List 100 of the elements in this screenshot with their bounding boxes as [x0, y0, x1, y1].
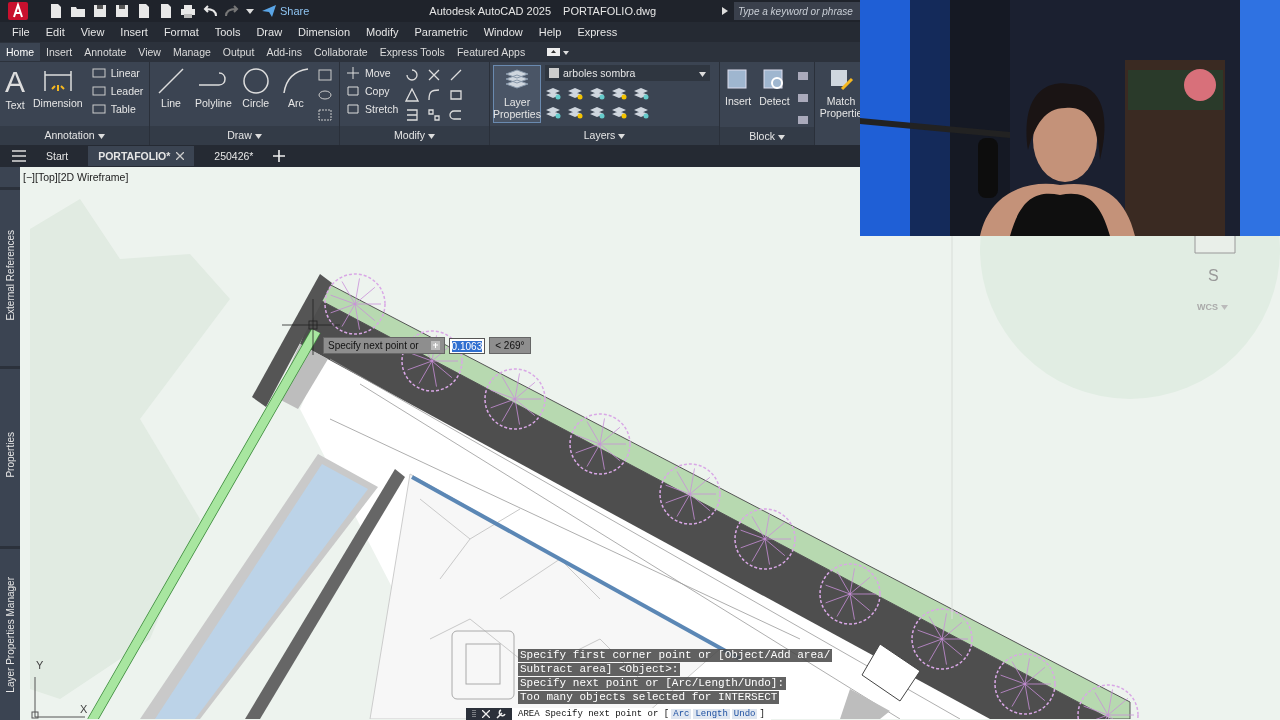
menu-item[interactable]: Modify — [358, 26, 407, 38]
command-option[interactable]: Arc — [671, 709, 692, 719]
panel-title[interactable]: Annotation — [0, 126, 149, 145]
match-properties-tool[interactable]: Match Propertie — [818, 65, 864, 121]
ellipse-icon[interactable] — [317, 89, 332, 101]
angle-input[interactable]: < 269° — [489, 337, 531, 354]
layer-properties-tool[interactable]: Layer Properties — [493, 65, 541, 123]
menu-item[interactable]: File — [4, 26, 38, 38]
menu-item[interactable]: Insert — [112, 26, 156, 38]
close-icon[interactable] — [176, 152, 185, 160]
tool-icon[interactable] — [795, 69, 810, 83]
caret-icon[interactable] — [618, 134, 626, 139]
ribbon-tab[interactable]: Featured Apps — [450, 43, 532, 61]
tool-icon[interactable] — [449, 88, 464, 102]
caret-icon[interactable] — [777, 135, 785, 140]
layer-tool-icon[interactable] — [589, 105, 605, 119]
new-file-icon[interactable] — [48, 3, 64, 19]
menu-item[interactable]: Draw — [248, 26, 291, 38]
caret-icon[interactable] — [699, 72, 706, 77]
modify-tool[interactable]: Stretch — [343, 101, 402, 117]
layer-tool-icon[interactable] — [611, 105, 627, 119]
panel-title[interactable]: Draw — [150, 126, 339, 145]
panel-title[interactable]: Layers — [490, 126, 719, 145]
share-button[interactable]: Share — [260, 5, 312, 17]
file-tab[interactable]: 250426* — [204, 146, 264, 166]
text-tool[interactable]: A Text — [3, 65, 27, 113]
dimension-tool[interactable]: Dimension — [31, 65, 85, 111]
modify-tool[interactable]: Copy — [343, 83, 402, 99]
tool-icon[interactable] — [405, 88, 420, 102]
caret-icon[interactable] — [427, 134, 435, 139]
ribbon-tab[interactable]: View — [132, 43, 167, 61]
menu-item[interactable]: Dimension — [290, 26, 359, 38]
file-tab[interactable]: Start — [36, 146, 79, 166]
ribbon-tab[interactable]: Manage — [166, 43, 217, 61]
layer-tool-icon[interactable] — [611, 86, 627, 100]
expand-icon[interactable] — [722, 7, 728, 15]
tool-icon[interactable] — [405, 108, 420, 122]
hatch-icon[interactable] — [317, 109, 332, 121]
block-tool[interactable]: Insert — [723, 65, 754, 109]
command-option[interactable]: Undo — [731, 709, 758, 719]
ribbon-tool[interactable]: Table — [88, 101, 147, 117]
menu-item[interactable]: Tools — [206, 26, 249, 38]
upload-icon[interactable] — [158, 3, 174, 19]
ribbon-tab[interactable]: Add-ins — [260, 43, 308, 61]
tool-icon[interactable] — [449, 68, 464, 82]
draw-tool[interactable]: Arc — [277, 65, 314, 111]
layer-tool-icon[interactable] — [633, 86, 649, 100]
tool-icon[interactable] — [449, 108, 464, 122]
undo-icon[interactable] — [202, 4, 218, 18]
add-tab-icon[interactable] — [273, 150, 286, 162]
redo-icon[interactable] — [224, 4, 240, 18]
search-field[interactable]: Type a keyword or phrase — [734, 2, 860, 20]
draw-tool[interactable]: Circle — [237, 65, 274, 111]
ribbon-tab[interactable]: Collaborate — [308, 43, 374, 61]
panel-toggle-icon[interactable] — [547, 47, 570, 57]
menu-item[interactable]: Help — [530, 26, 570, 38]
grip-icon[interactable] — [472, 709, 476, 719]
ribbon-tab[interactable]: Annotate — [78, 43, 133, 61]
layer-tool-icon[interactable] — [589, 86, 605, 100]
menu-item[interactable]: Express — [569, 26, 626, 38]
block-tool[interactable]: Detect — [757, 65, 792, 109]
panel-title[interactable]: Modify — [340, 126, 489, 145]
save-icon[interactable] — [92, 3, 108, 19]
caret-icon[interactable] — [97, 134, 105, 139]
layer-dropdown[interactable]: arboles sombra — [545, 65, 710, 81]
rectangle-icon[interactable] — [317, 69, 332, 81]
tool-icon[interactable] — [427, 68, 442, 82]
layer-tool-icon[interactable] — [567, 86, 583, 100]
menu-item[interactable]: Window — [475, 26, 531, 38]
ribbon-tab[interactable]: Express Tools — [373, 43, 451, 61]
tool-icon[interactable] — [795, 91, 810, 105]
ribbon-tool[interactable]: Linear — [88, 65, 147, 81]
command-option[interactable]: Length — [693, 709, 730, 719]
file-tab[interactable]: PORTAFOLIO* — [88, 146, 195, 166]
caret-icon[interactable] — [254, 134, 262, 139]
ribbon-tab[interactable]: Home — [0, 43, 40, 61]
tool-icon[interactable] — [427, 108, 442, 122]
wrench-icon[interactable] — [496, 709, 506, 719]
draw-tool[interactable]: Polyline — [193, 65, 234, 111]
tool-icon[interactable] — [795, 113, 810, 127]
menu-item[interactable]: View — [72, 26, 113, 38]
viewcube-face[interactable] — [1194, 235, 1236, 254]
ribbon-tab[interactable]: Insert — [40, 43, 79, 61]
layer-tool-icon[interactable] — [545, 105, 561, 119]
tool-icon[interactable] — [405, 68, 420, 82]
layer-tool-icon[interactable] — [633, 105, 649, 119]
export-icon[interactable] — [136, 3, 152, 19]
app-logo[interactable] — [8, 2, 28, 20]
tool-icon[interactable] — [427, 88, 442, 102]
caret-icon[interactable] — [246, 7, 254, 15]
save-as-icon[interactable] — [114, 3, 130, 19]
viewport-controls[interactable]: [−][Top][2D Wireframe] — [23, 171, 129, 183]
layer-tool-icon[interactable] — [545, 86, 561, 100]
ribbon-tab[interactable]: Output — [216, 43, 261, 61]
menu-item[interactable]: Edit — [37, 26, 73, 38]
menu-item[interactable]: Format — [155, 26, 207, 38]
modify-tool[interactable]: Move — [343, 65, 402, 81]
options-icon[interactable] — [430, 341, 440, 350]
print-icon[interactable] — [180, 3, 196, 19]
menu-icon[interactable] — [12, 150, 26, 162]
